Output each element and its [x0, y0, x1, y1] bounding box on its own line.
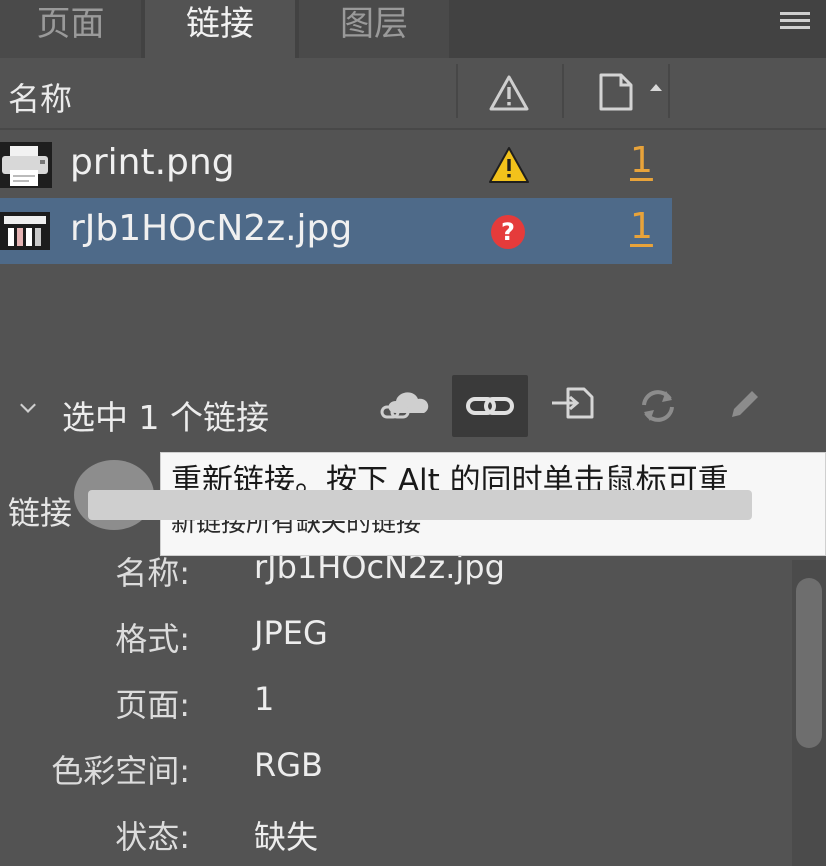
- page-number-link[interactable]: 1: [630, 140, 653, 181]
- page-document-icon[interactable]: [597, 72, 637, 116]
- column-divider[interactable]: [668, 64, 670, 118]
- page-number-link[interactable]: 1: [630, 206, 653, 247]
- svg-text:?: ?: [501, 218, 515, 246]
- info-key: 状态:: [115, 818, 190, 856]
- info-value: RGB: [254, 746, 323, 784]
- link-info-label: 链接: [8, 494, 73, 532]
- redaction-bar: [88, 490, 752, 520]
- panel-tab-bar: 页面 链接 图层: [0, 0, 826, 58]
- info-key: 页面:: [115, 686, 190, 724]
- info-value: JPEG: [254, 614, 328, 652]
- info-row-name: 名称: rJb1HOcN2z.jpg: [0, 548, 780, 608]
- hamburger-menu-icon[interactable]: [778, 6, 814, 36]
- info-value: 1: [254, 680, 275, 718]
- update-link-icon[interactable]: [620, 375, 696, 437]
- column-divider[interactable]: [456, 64, 458, 118]
- tab-pages[interactable]: 页面: [0, 0, 141, 58]
- edit-original-icon[interactable]: [708, 375, 784, 437]
- info-key: 色彩空间:: [51, 752, 190, 790]
- info-value: 缺失: [254, 818, 319, 856]
- tab-links[interactable]: 链接: [145, 0, 295, 58]
- link-file-name: print.png: [70, 142, 235, 183]
- warning-triangle-icon[interactable]: [488, 146, 530, 188]
- cc-library-link-icon[interactable]: [372, 375, 448, 437]
- sort-ascending-icon[interactable]: [650, 84, 662, 91]
- link-info-section-header: 选中 1 个链接: [0, 375, 826, 447]
- info-row-format: 格式: JPEG: [0, 614, 780, 674]
- printer-thumbnail-icon: [0, 142, 52, 188]
- selected-links-count: 选中 1 个链接: [62, 398, 269, 437]
- tab-layers[interactable]: 图层: [299, 0, 449, 58]
- name-column-header[interactable]: 名称: [8, 74, 72, 120]
- link-row[interactable]: print.png 1: [0, 132, 672, 198]
- warning-triangle-icon[interactable]: [488, 74, 530, 116]
- info-row-page: 页面: 1: [0, 680, 780, 740]
- link-row-selected[interactable]: rJb1HOcN2z.jpg ? 1: [0, 198, 672, 264]
- info-row-status: 状态: 缺失: [0, 812, 780, 866]
- image-thumbnail-icon: [0, 208, 52, 254]
- links-column-header: 名称: [0, 58, 826, 130]
- info-key: 格式:: [115, 620, 190, 658]
- relink-icon[interactable]: [452, 375, 528, 437]
- link-file-name: rJb1HOcN2z.jpg: [70, 208, 353, 249]
- chevron-down-icon[interactable]: [20, 397, 36, 413]
- info-row-color-space: 色彩空间: RGB: [0, 746, 780, 806]
- missing-question-icon[interactable]: ?: [488, 212, 528, 256]
- goto-link-icon[interactable]: [538, 375, 614, 437]
- column-divider[interactable]: [562, 64, 564, 118]
- scrollbar-thumb[interactable]: [796, 578, 822, 748]
